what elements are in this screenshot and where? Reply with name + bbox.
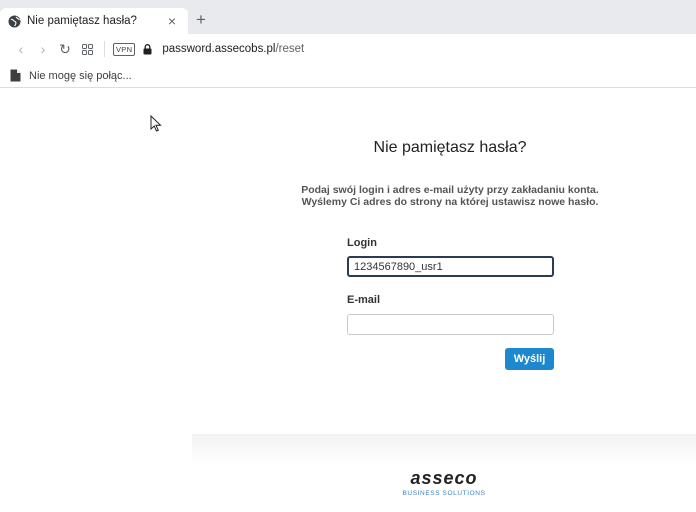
new-tab-button[interactable]: +	[196, 11, 206, 28]
toolbar-divider	[104, 41, 105, 57]
bookmark-item[interactable]: Nie mogę się połąc...	[10, 69, 132, 82]
tab-strip: Nie pamiętasz hasła? × +	[0, 0, 696, 34]
tab-close-icon[interactable]: ×	[164, 14, 180, 28]
globe-icon	[8, 15, 21, 28]
instructions-line-2: Wyślemy Ci adres do strony na której ust…	[290, 196, 610, 208]
login-label: Login	[347, 237, 377, 249]
tab-active[interactable]: Nie pamiętasz hasła? ×	[0, 8, 188, 34]
login-input[interactable]: 1234567890_usr1	[347, 256, 554, 277]
email-label: E-mail	[347, 294, 380, 306]
back-button[interactable]: ‹	[10, 41, 32, 57]
logo-subtitle: BUSINESS SOLUTIONS	[389, 490, 499, 497]
submit-button[interactable]: Wyślij	[505, 348, 554, 370]
address-path: /reset	[275, 43, 304, 55]
address-bar[interactable]: password.assecobs.pl/reset	[162, 43, 304, 55]
tab-title: Nie pamiętasz hasła?	[27, 15, 164, 27]
speed-dial-grid-icon[interactable]	[76, 44, 98, 55]
asseco-logo: asseco BUSINESS SOLUTIONS	[389, 469, 499, 497]
mouse-cursor-icon	[150, 115, 162, 137]
logo-wordmark: asseco	[389, 469, 499, 487]
bookmark-label: Nie mogę się połąc...	[29, 70, 132, 82]
page-content: Nie pamiętasz hasła? Podaj swój login i …	[0, 89, 696, 512]
footer: asseco BUSINESS SOLUTIONS	[192, 434, 696, 512]
lock-icon[interactable]	[143, 44, 152, 55]
forward-button[interactable]: ›	[32, 41, 54, 57]
page-title: Nie pamiętasz hasła?	[300, 139, 600, 157]
instructions: Podaj swój login i adres e-mail użyty pr…	[290, 184, 610, 208]
instructions-line-1: Podaj swój login i adres e-mail użyty pr…	[290, 184, 610, 196]
page-icon	[10, 69, 21, 82]
email-input[interactable]	[347, 314, 554, 335]
vpn-badge[interactable]: VPN	[113, 43, 135, 56]
browser-toolbar: ‹ › ↻ VPN password.assecobs.pl/reset	[0, 34, 696, 64]
reload-button[interactable]: ↻	[54, 41, 76, 58]
bookmarks-bar: Nie mogę się połąc...	[0, 64, 696, 88]
address-host: password.assecobs.pl	[162, 43, 275, 55]
